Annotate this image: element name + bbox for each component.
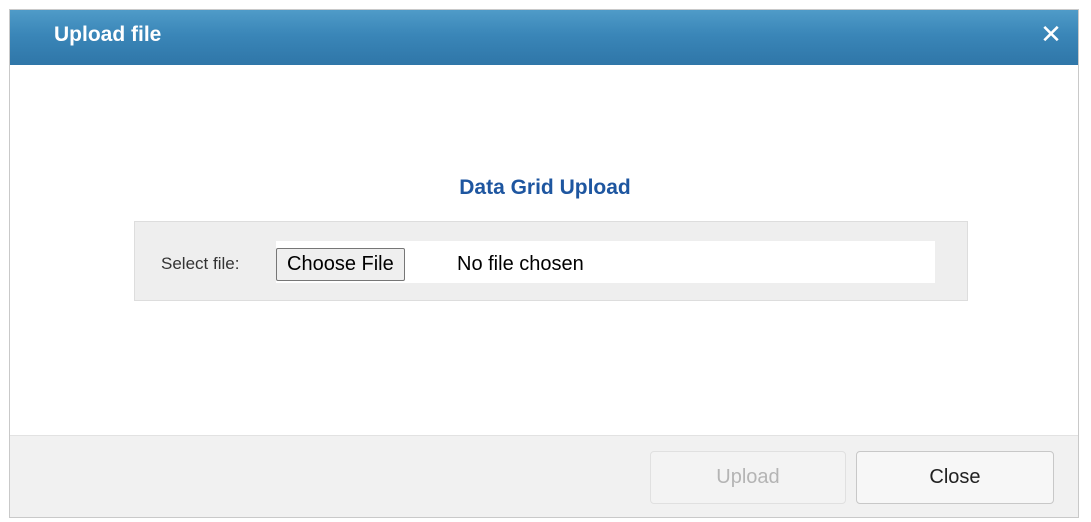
dialog-titlebar: Upload file ✕: [10, 10, 1078, 65]
file-status-text: No file chosen: [457, 253, 584, 275]
dialog-title: Upload file: [54, 23, 162, 46]
upload-file-dialog: Upload file ✕ Data Grid Upload Select fi…: [9, 9, 1079, 518]
close-icon[interactable]: ✕: [1036, 20, 1066, 50]
dialog-footer: Upload Close: [10, 435, 1078, 517]
close-button[interactable]: Close: [856, 451, 1054, 504]
upload-heading: Data Grid Upload: [459, 176, 631, 199]
file-select-panel: Select file: Choose File No file chosen: [134, 221, 968, 301]
file-input[interactable]: Choose File No file chosen: [276, 241, 935, 283]
upload-button[interactable]: Upload: [650, 451, 846, 504]
choose-file-button[interactable]: Choose File: [276, 248, 405, 281]
select-file-label: Select file:: [161, 254, 240, 273]
